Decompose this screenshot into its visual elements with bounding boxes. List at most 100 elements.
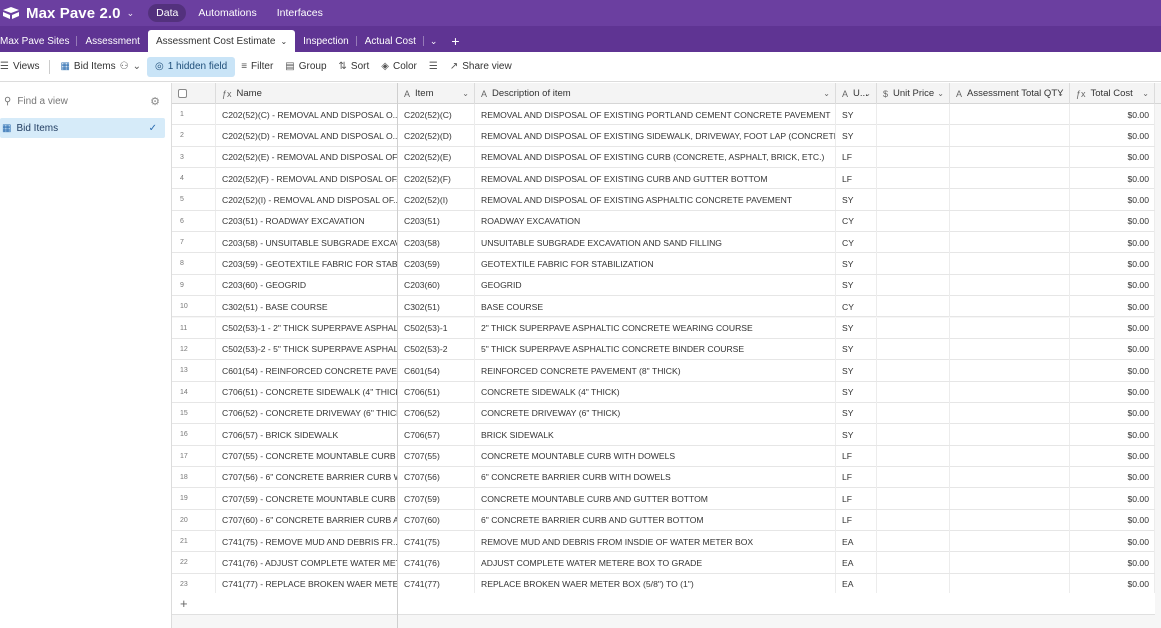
views-button[interactable]: ☰ Views xyxy=(0,57,45,77)
table-row[interactable]: 3 C202(52)(E) - REMOVAL AND DISPOSAL OF..… xyxy=(172,146,1155,169)
item-cell[interactable]: C202(52)(C) xyxy=(398,104,475,125)
total-cost-cell[interactable]: $0.00 xyxy=(1070,104,1155,125)
description-cell[interactable]: REINFORCED CONCRETE PAVEMENT (8" THICK) xyxy=(475,360,836,382)
total-cost-cell[interactable]: $0.00 xyxy=(1070,466,1155,488)
sort-button[interactable]: ⇅ Sort xyxy=(333,57,376,77)
more-tables-chevron-icon[interactable]: ⌄ xyxy=(424,30,444,52)
description-cell[interactable]: 5" THICK SUPERPAVE ASPHALTIC CONCRETE BI… xyxy=(475,338,836,360)
unit-cell[interactable]: SY xyxy=(836,360,877,382)
gear-icon[interactable]: ⚙ xyxy=(150,95,160,108)
unit-price-cell[interactable] xyxy=(877,338,950,360)
table-row[interactable]: 22 C741(76) - ADJUST COMPLETE WATER MET..… xyxy=(172,552,1155,574)
table-row[interactable]: 4 C202(52)(F) - REMOVAL AND DISPOSAL OF..… xyxy=(172,168,1155,190)
item-cell[interactable]: C502(53)-1 xyxy=(398,317,475,339)
chevron-down-icon[interactable]: ⌄ xyxy=(462,89,469,98)
table-row[interactable]: 15 C706(52) - CONCRETE DRIVEWAY (6" THICK… xyxy=(172,402,1155,425)
name-cell[interactable]: C302(51) - BASE COURSE xyxy=(216,296,398,318)
row-number-cell[interactable]: 18 xyxy=(172,466,216,488)
total-cost-cell[interactable]: $0.00 xyxy=(1070,274,1155,296)
qty-cell[interactable] xyxy=(950,317,1070,339)
description-cell[interactable]: GEOGRID xyxy=(475,274,836,296)
name-cell[interactable]: C707(59) - CONCRETE MOUNTABLE CURB ... xyxy=(216,488,398,510)
chevron-down-icon[interactable]: ⌄ xyxy=(1142,89,1149,98)
name-cell[interactable]: C601(54) - REINFORCED CONCRETE PAVE... xyxy=(216,360,398,382)
total-cost-cell[interactable]: $0.00 xyxy=(1070,317,1155,339)
description-cell[interactable]: 6" CONCRETE BARRIER CURB WITH DOWELS xyxy=(475,466,836,488)
qty-cell[interactable] xyxy=(950,232,1070,254)
qty-cell[interactable] xyxy=(950,338,1070,360)
qty-cell[interactable] xyxy=(950,296,1070,318)
unit-cell[interactable]: CY xyxy=(836,210,877,232)
total-cost-cell[interactable]: $0.00 xyxy=(1070,445,1155,467)
unit-price-cell[interactable] xyxy=(877,296,950,318)
unit-price-cell[interactable] xyxy=(877,232,950,254)
name-cell[interactable]: C502(53)-1 - 2" THICK SUPERPAVE ASPHAL..… xyxy=(216,317,398,339)
total-cost-cell[interactable]: $0.00 xyxy=(1070,424,1155,446)
column-header-name[interactable]: ƒx Name xyxy=(216,83,398,104)
name-cell[interactable]: C707(55) - CONCRETE MOUNTABLE CURB ... xyxy=(216,445,398,467)
item-cell[interactable]: C202(52)(E) xyxy=(398,146,475,168)
row-number-cell[interactable]: 2 xyxy=(172,125,216,147)
unit-price-cell[interactable] xyxy=(877,531,950,552)
item-cell[interactable]: C202(52)(D) xyxy=(398,125,475,147)
description-cell[interactable]: REMOVAL AND DISPOSAL OF EXISTING CURB AN… xyxy=(475,168,836,190)
table-row[interactable]: 5 C202(52)(I) - REMOVAL AND DISPOSAL OF..… xyxy=(172,189,1155,211)
description-cell[interactable]: CONCRETE DRIVEWAY (6" THICK) xyxy=(475,402,836,424)
column-header-description[interactable]: A Description of item ⌄ xyxy=(475,83,836,104)
unit-price-cell[interactable] xyxy=(877,104,950,125)
sidebar-item-bid-items[interactable]: ▦ Bid Items ✓ xyxy=(0,118,165,138)
unit-cell[interactable]: LF xyxy=(836,168,877,190)
tab-assessment-cost-estimate[interactable]: Assessment Cost Estimate ⌄ xyxy=(147,30,296,52)
unit-price-cell[interactable] xyxy=(877,402,950,424)
unit-cell[interactable]: SY xyxy=(836,402,877,424)
row-number-cell[interactable]: 14 xyxy=(172,381,216,403)
unit-cell[interactable]: SY xyxy=(836,104,877,125)
name-cell[interactable]: C203(60) - GEOGRID xyxy=(216,274,398,296)
view-switcher-button[interactable]: ▦ Bid Items ⚇ ⌄ xyxy=(54,57,147,77)
qty-cell[interactable] xyxy=(950,210,1070,232)
unit-cell[interactable]: SY xyxy=(836,317,877,339)
item-cell[interactable]: C741(75) xyxy=(398,531,475,552)
unit-cell[interactable]: SY xyxy=(836,274,877,296)
table-row[interactable]: 11 C502(53)-1 - 2" THICK SUPERPAVE ASPHAL… xyxy=(172,317,1155,339)
unit-price-cell[interactable] xyxy=(877,317,950,339)
nav-interfaces[interactable]: Interfaces xyxy=(269,4,331,22)
table-row[interactable]: 9 C203(60) - GEOGRID C203(60) GEOGRID SY $0.0… xyxy=(172,274,1155,297)
table-row[interactable]: 23 C741(77) - REPLACE BROKEN WAER METE...… xyxy=(172,573,1155,596)
item-cell[interactable]: C502(53)-2 xyxy=(398,338,475,360)
tab-actual-cost[interactable]: Actual Cost xyxy=(357,30,424,52)
table-row[interactable]: 19 C707(59) - CONCRETE MOUNTABLE CURB ...… xyxy=(172,488,1155,510)
select-all-cell[interactable] xyxy=(172,83,216,104)
column-header-total-cost[interactable]: ƒx Total Cost ⌄ xyxy=(1070,83,1155,104)
column-header-qty[interactable]: A Assessment Total QTY ⌄ xyxy=(950,83,1070,104)
description-cell[interactable]: 2" THICK SUPERPAVE ASPHALTIC CONCRETE WE… xyxy=(475,317,836,339)
total-cost-cell[interactable]: $0.00 xyxy=(1070,381,1155,403)
hidden-fields-button[interactable]: ◎ 1 hidden field xyxy=(146,56,236,77)
name-cell[interactable]: C741(75) - REMOVE MUD AND DEBRIS FR... xyxy=(216,531,398,552)
row-number-cell[interactable]: 10 xyxy=(172,296,216,318)
description-cell[interactable]: CONCRETE SIDEWALK (4" THICK) xyxy=(475,381,836,403)
total-cost-cell[interactable]: $0.00 xyxy=(1070,168,1155,190)
unit-cell[interactable]: SY xyxy=(836,338,877,360)
unit-price-cell[interactable] xyxy=(877,445,950,467)
total-cost-cell[interactable]: $0.00 xyxy=(1070,146,1155,168)
tab-inspection[interactable]: Inspection xyxy=(295,30,357,52)
description-cell[interactable]: GEOTEXTILE FABRIC FOR STABILIZATION xyxy=(475,253,836,275)
unit-price-cell[interactable] xyxy=(877,573,950,595)
item-cell[interactable]: C706(57) xyxy=(398,424,475,446)
unit-price-cell[interactable] xyxy=(877,253,950,275)
name-cell[interactable]: C202(52)(D) - REMOVAL AND DISPOSAL O... xyxy=(216,125,398,147)
qty-cell[interactable] xyxy=(950,360,1070,382)
total-cost-cell[interactable]: $0.00 xyxy=(1070,210,1155,232)
unit-price-cell[interactable] xyxy=(877,168,950,190)
column-header-item[interactable]: A Item ⌄ xyxy=(398,83,475,104)
item-cell[interactable]: C601(54) xyxy=(398,360,475,382)
row-number-cell[interactable]: 3 xyxy=(172,146,216,168)
table-row[interactable]: 16 C706(57) - BRICK SIDEWALK C706(57) BRICK… xyxy=(172,424,1155,446)
item-cell[interactable]: C706(52) xyxy=(398,402,475,424)
total-cost-cell[interactable]: $0.00 xyxy=(1070,338,1155,360)
unit-price-cell[interactable] xyxy=(877,466,950,488)
app-title[interactable]: Max Pave 2.0 xyxy=(26,5,121,22)
qty-cell[interactable] xyxy=(950,125,1070,147)
filter-button[interactable]: ≡ Filter xyxy=(235,57,279,77)
